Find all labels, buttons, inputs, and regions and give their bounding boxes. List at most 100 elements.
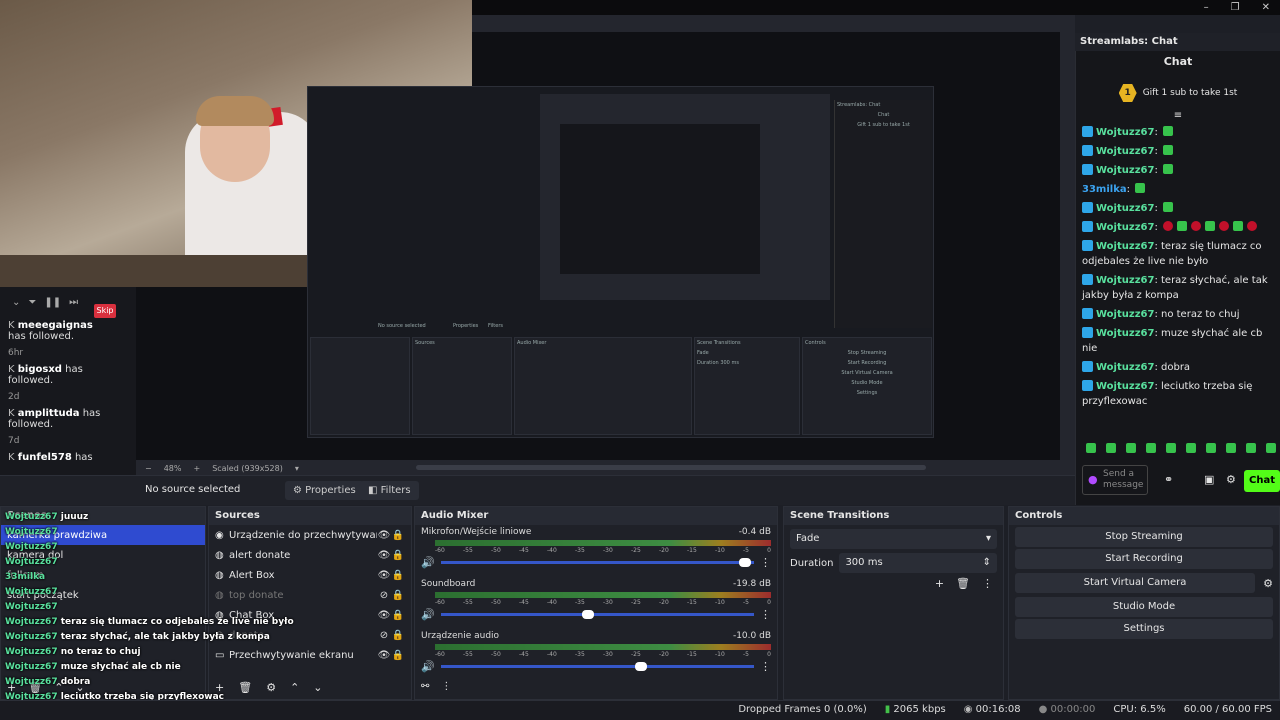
eye-hidden-icon[interactable]: ⊘	[377, 590, 391, 601]
gift-banner[interactable]: 1 Gift 1 sub to take 1st	[1076, 76, 1280, 110]
eye-icon[interactable]: 👁	[377, 610, 391, 621]
horizontal-scrollbar[interactable]	[416, 465, 926, 470]
maximize-button[interactable]: ❐	[1231, 2, 1240, 13]
tick-label: -15	[687, 599, 697, 606]
lock-icon[interactable]: 🔒	[391, 530, 405, 541]
zoom-out-button[interactable]: −	[145, 464, 152, 473]
lock-icon[interactable]: 🔒	[391, 610, 405, 621]
lock-icon[interactable]: 🔒	[391, 550, 405, 561]
speaker-icon[interactable]: 🔊	[421, 556, 435, 569]
nested-transitions-label: Scene Transitions	[697, 340, 741, 346]
chevron-down-icon[interactable]: ▾	[295, 464, 299, 473]
emote-icon[interactable]	[1206, 443, 1216, 453]
level-meter	[435, 644, 771, 650]
emote-icon[interactable]	[1246, 443, 1256, 453]
more-icon[interactable]: ⋮	[760, 556, 771, 569]
eye-icon[interactable]: 👁	[377, 550, 391, 561]
emote-icon[interactable]	[1266, 443, 1276, 453]
gear-icon[interactable]: ⚙	[1257, 577, 1279, 590]
eye-hidden-icon[interactable]: ⊘	[377, 630, 391, 641]
mic-icon[interactable]: ●	[1088, 473, 1098, 486]
emote-icon[interactable]	[1086, 443, 1096, 453]
person-hair	[196, 96, 274, 126]
emote-icon	[1163, 164, 1173, 174]
duration-value: 300 ms	[845, 557, 883, 568]
mixer-title: Audio Mixer	[415, 507, 777, 525]
gift-icon[interactable]: ▣	[1204, 473, 1214, 486]
eye-icon[interactable]: 👁	[377, 530, 391, 541]
stepper-icon[interactable]: ⇕	[983, 553, 991, 573]
nested-properties: Properties	[453, 323, 479, 329]
zoom-in-button[interactable]: +	[193, 464, 200, 473]
lock-icon[interactable]: 🔒	[391, 630, 405, 641]
tick-label: -25	[631, 651, 641, 658]
up-arrow-icon[interactable]: ⌃	[290, 681, 299, 694]
emote-icon[interactable]	[1106, 443, 1116, 453]
chat-message: Wojtuzz67: muze słychać ale cb nie	[1082, 327, 1263, 354]
feed-time: 7d	[8, 436, 20, 446]
add-transition-button[interactable]: +	[935, 577, 944, 590]
nested-gift: Gift 1 sub to take 1st	[857, 122, 910, 128]
nested-transitions-panel: Scene Transitions Fade Duration 300 ms	[694, 337, 800, 435]
trash-icon[interactable]: 🗑	[956, 577, 970, 590]
tick-label: -25	[631, 599, 641, 606]
properties-button[interactable]: ⚙ Properties	[285, 481, 364, 500]
mixer-channel: Soundboard -19.8 dB -60 -55 -50 -45 -40 -35 -30-…	[415, 577, 777, 623]
volume-knob[interactable]	[738, 558, 751, 567]
volume-knob[interactable]	[582, 610, 595, 619]
eye-icon[interactable]: 👁	[377, 650, 391, 661]
gear-icon[interactable]: ⚙	[266, 681, 276, 694]
start-virtual-camera-button[interactable]: Start Virtual Camera	[1015, 573, 1255, 593]
feed-item: K bigosxd has followed. 2d	[0, 361, 136, 405]
volume-slider[interactable]	[440, 558, 754, 567]
filters-button[interactable]: ◧ Filters	[360, 481, 419, 500]
next-icon[interactable]: ⏭	[69, 297, 78, 308]
gear-icon[interactable]: ⚙	[1226, 473, 1236, 486]
settings-button[interactable]: Settings	[1015, 619, 1273, 639]
start-recording-button[interactable]: Start Recording	[1015, 549, 1273, 569]
overlay-chat-line: Wojtuzz67 juuuz	[5, 510, 265, 525]
duration-input[interactable]: 300 ms ⇕	[839, 553, 997, 573]
feed-item: K meeegaignas has followed. 6hr	[0, 317, 136, 361]
skip-button[interactable]: Skip	[94, 304, 116, 318]
eye-icon[interactable]: 👁	[377, 570, 391, 581]
stop-streaming-button[interactable]: Stop Streaming	[1015, 527, 1273, 547]
down-arrow-icon[interactable]: ⌄	[313, 681, 322, 694]
minimize-button[interactable]: –	[1204, 2, 1209, 13]
more-icon[interactable]: ⋮	[441, 681, 451, 692]
studio-mode-button[interactable]: Studio Mode	[1015, 597, 1273, 617]
volume-knob[interactable]	[635, 662, 648, 671]
lock-icon[interactable]: 🔒	[391, 570, 405, 581]
nested-scenes-panel	[310, 337, 410, 435]
emote-icon	[1205, 221, 1215, 231]
transition-select[interactable]: Fade ▾	[790, 529, 997, 549]
volume-slider[interactable]	[440, 662, 754, 671]
controls-title: Controls	[1009, 507, 1279, 525]
volume-slider[interactable]	[440, 610, 754, 619]
no-source-label: No source selected	[145, 484, 241, 495]
link-icon[interactable]: ⚯	[421, 681, 429, 692]
people-icon[interactable]: ⚭	[1164, 473, 1173, 486]
more-icon[interactable]: ⋮	[760, 660, 771, 673]
emote-icon[interactable]	[1186, 443, 1196, 453]
transitions-dock: Scene Transitions Fade ▾ Duration 300 ms ⇕…	[783, 506, 1004, 700]
emote-icon[interactable]	[1146, 443, 1156, 453]
more-icon[interactable]: ⋮	[760, 608, 771, 621]
pause-icon[interactable]: ❚❚	[44, 297, 61, 308]
twitch-icon	[1082, 145, 1093, 156]
speaker-icon[interactable]: 🔊	[421, 608, 435, 621]
close-button[interactable]: ✕	[1262, 2, 1270, 13]
overlay-chat-line: Wojtuzz67	[5, 600, 265, 615]
more-icon[interactable]: ⋮	[982, 577, 993, 590]
chevron-down-icon[interactable]: ⌄	[12, 297, 20, 308]
filter-icon[interactable]: ⏷	[28, 297, 36, 308]
speaker-icon[interactable]: 🔊	[421, 660, 435, 673]
chat-send-button[interactable]: Chat	[1244, 470, 1280, 492]
emote-icon[interactable]	[1126, 443, 1136, 453]
menu-icon[interactable]: ≡	[1076, 110, 1280, 121]
emote-icon[interactable]	[1166, 443, 1176, 453]
lock-icon[interactable]: 🔒	[391, 650, 405, 661]
emote-bar[interactable]	[1084, 443, 1278, 453]
emote-icon[interactable]	[1226, 443, 1236, 453]
lock-icon[interactable]: 🔒	[391, 590, 405, 601]
